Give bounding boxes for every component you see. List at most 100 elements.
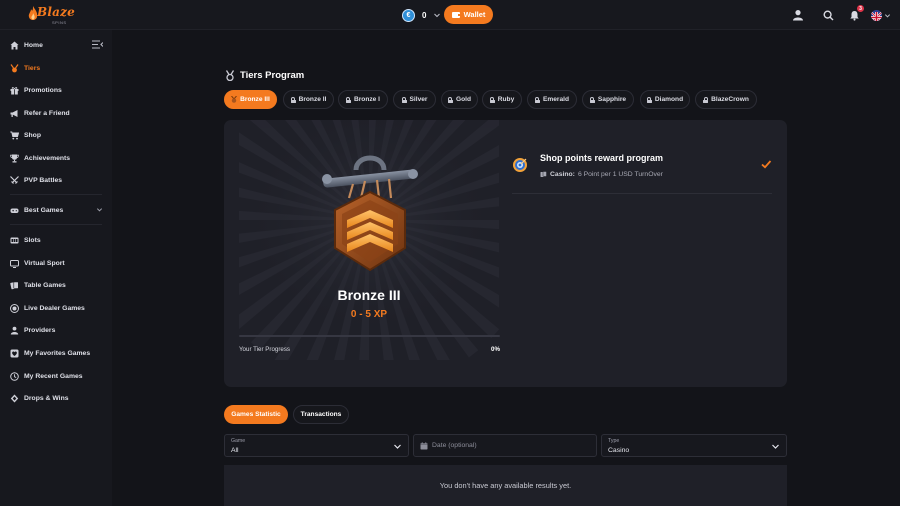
tab-label: Gold [455, 96, 472, 103]
sidebar-item-pvp-battles[interactable]: PVP Battles [10, 173, 62, 187]
sidebar-divider [10, 194, 102, 195]
sidebar-item-label: Drops & Wins [24, 394, 69, 402]
tv-icon [10, 259, 19, 268]
lock-icon [534, 96, 540, 103]
sidebar-item-table-games[interactable]: Table Games [10, 278, 66, 292]
notification-count-badge: 3 [857, 5, 864, 12]
page-title: Tiers Program [225, 70, 304, 81]
game-select-value: All [231, 447, 239, 454]
sidebar-item-label: Promotions [24, 86, 62, 94]
tab-diamond[interactable]: Diamond [640, 90, 690, 109]
sidebar-item-virtual-sport[interactable]: Virtual Sport [10, 256, 65, 270]
sidebar-item-drops-and-wins[interactable]: Drops & Wins [10, 391, 69, 405]
target-coin-icon [513, 158, 527, 172]
sidebar-item-label: My Recent Games [24, 372, 83, 380]
casino-icon [540, 171, 547, 177]
slots-icon [10, 236, 19, 245]
tab-silver[interactable]: Silver [393, 90, 436, 109]
heart-icon [10, 349, 19, 358]
sidebar-item-my-recent-games[interactable]: My Recent Games [10, 369, 83, 383]
sidebar-item-tiers[interactable]: Tiers [10, 61, 40, 75]
clock-icon [10, 371, 19, 381]
sidebar-item-best-games[interactable]: Best Games [10, 203, 63, 217]
site-logo[interactable]: Blaze SPINS [28, 4, 75, 26]
chevron-down-icon [394, 444, 401, 449]
tab-emerald[interactable]: Emerald [527, 90, 577, 109]
results-panel: You don't have any available results yet… [224, 465, 787, 506]
empty-results-message: You don't have any available results yet… [439, 481, 572, 490]
tab-label: Bronze III [240, 96, 270, 103]
gift-icon [10, 86, 19, 95]
search-button[interactable] [821, 8, 835, 22]
sidebar-item-label: Providers [24, 326, 56, 334]
chip-icon [10, 303, 19, 313]
game-select[interactable]: Game All [224, 434, 409, 457]
logo-text: Blaze [37, 5, 75, 19]
tab-label: Emerald [542, 96, 570, 103]
reward-program-title: Shop points reward program [540, 153, 664, 163]
sidebar-item-promotions[interactable]: Promotions [10, 83, 62, 97]
tab-bronze-i[interactable]: Bronze I [338, 90, 388, 109]
collapse-sidebar-icon[interactable] [92, 40, 103, 49]
tab-transactions[interactable]: Transactions [293, 405, 349, 424]
tab-blazecrown[interactable]: BlazeCrown [695, 90, 757, 109]
type-select-value: Casino [608, 447, 630, 454]
sidebar-item-refer-a-friend[interactable]: Refer a Friend [10, 106, 70, 120]
tier-progress-percent: 0% [491, 346, 500, 353]
chevron-down-icon [434, 13, 441, 18]
notifications-button[interactable]: 3 [847, 5, 864, 22]
sidebar: Home Tiers Promotions Refer a Friend Sho… [0, 30, 112, 506]
tab-label: Transactions [300, 411, 342, 418]
profile-button[interactable] [791, 8, 805, 22]
sidebar-item-providers[interactable]: Providers [10, 323, 55, 337]
lock-icon [290, 96, 296, 103]
tab-label: Games Statistic [231, 411, 281, 418]
sidebar-item-achievements[interactable]: Achievements [10, 151, 70, 165]
wallet-button-label: Wallet [463, 10, 486, 19]
sidebar-item-home[interactable]: Home [10, 38, 43, 52]
reward-rate: 6 Point per 1 USD TurnOver [577, 171, 663, 178]
tab-label: Ruby [497, 96, 515, 103]
wallet-button[interactable]: Wallet [444, 5, 493, 24]
tab-label: Bronze I [353, 96, 380, 103]
tab-label: BlazeCrown [711, 96, 749, 103]
logo-subtext: SPINS [52, 20, 67, 25]
lock-icon [589, 96, 595, 103]
trophy-icon [10, 154, 19, 163]
lock-icon [401, 96, 407, 103]
chevron-down-icon[interactable] [96, 206, 103, 213]
tab-ruby[interactable]: Ruby [482, 90, 522, 109]
sidebar-item-live-dealer-games[interactable]: Live Dealer Games [10, 301, 85, 315]
tab-gold[interactable]: Gold [441, 90, 478, 109]
tier-progress-bar [239, 335, 500, 337]
tab-bronze-ii[interactable]: Bronze II [283, 90, 334, 109]
checkmark-icon [761, 160, 772, 169]
sidebar-item-shop[interactable]: Shop [10, 128, 41, 142]
sidebar-item-label: Virtual Sport [24, 259, 65, 267]
lock-icon [703, 96, 709, 103]
lock-icon [489, 96, 495, 103]
sidebar-item-my-favorites-games[interactable]: My Favorites Games [10, 346, 90, 360]
reward-program-item: Shop points reward program Casino: 6 Poi… [512, 150, 772, 194]
tab-bronze-iii[interactable]: Bronze III [224, 90, 277, 109]
search-icon [822, 9, 833, 20]
chevron-down-icon [772, 444, 779, 449]
sidebar-item-label: PVP Battles [24, 176, 63, 184]
sidebar-divider [10, 224, 102, 225]
wallet-icon [451, 11, 461, 18]
tab-label: Silver [409, 96, 428, 103]
currency-coin-icon: € [402, 8, 415, 22]
lock-icon [345, 96, 351, 103]
cards-icon [10, 281, 19, 290]
type-select[interactable]: Type Casino [601, 434, 787, 457]
sidebar-item-slots[interactable]: Slots [10, 233, 41, 247]
balance-selector[interactable]: € 0 [402, 7, 441, 23]
tab-sapphire[interactable]: Sapphire [582, 90, 634, 109]
megaphone-icon [10, 109, 19, 118]
tab-games-statistic[interactable]: Games Statistic [224, 405, 288, 424]
bronze-medal-icon [231, 96, 238, 103]
language-selector[interactable] [871, 8, 891, 22]
reward-program-detail: Casino: 6 Point per 1 USD TurnOver [540, 171, 663, 178]
date-input[interactable]: Date (optional) [413, 434, 597, 457]
medal-icon [225, 70, 235, 81]
